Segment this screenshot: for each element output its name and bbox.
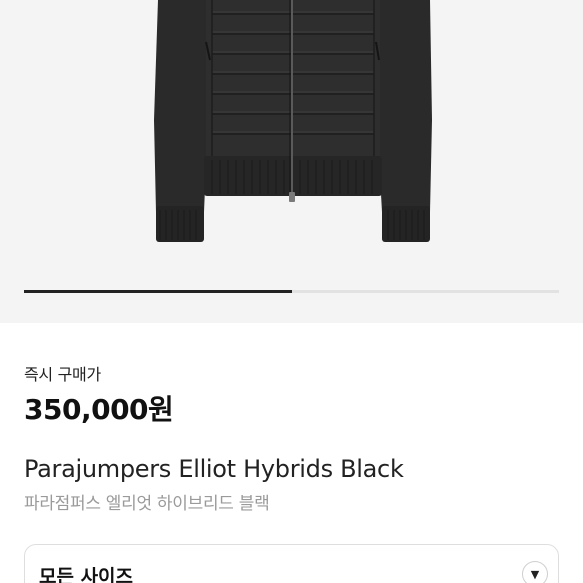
product-name-korean: 파라점퍼스 엘리엇 하이브리드 블랙 [24, 494, 270, 514]
gallery-progress-track [24, 290, 559, 293]
product-name: Parajumpers Elliot Hybrids Black [24, 455, 404, 483]
size-select-label: 모든 사이즈 [39, 566, 134, 583]
instant-buy-price-value: 350,000원 [24, 393, 174, 426]
instant-buy-price-label: 즉시 구매가 [24, 365, 101, 384]
size-select[interactable]: 모든 사이즈 ▼ [24, 544, 559, 583]
product-image-gallery[interactable] [0, 0, 583, 323]
gallery-progress-fill [24, 290, 292, 293]
product-image [154, 0, 432, 242]
chevron-down-icon[interactable]: ▼ [522, 561, 548, 583]
